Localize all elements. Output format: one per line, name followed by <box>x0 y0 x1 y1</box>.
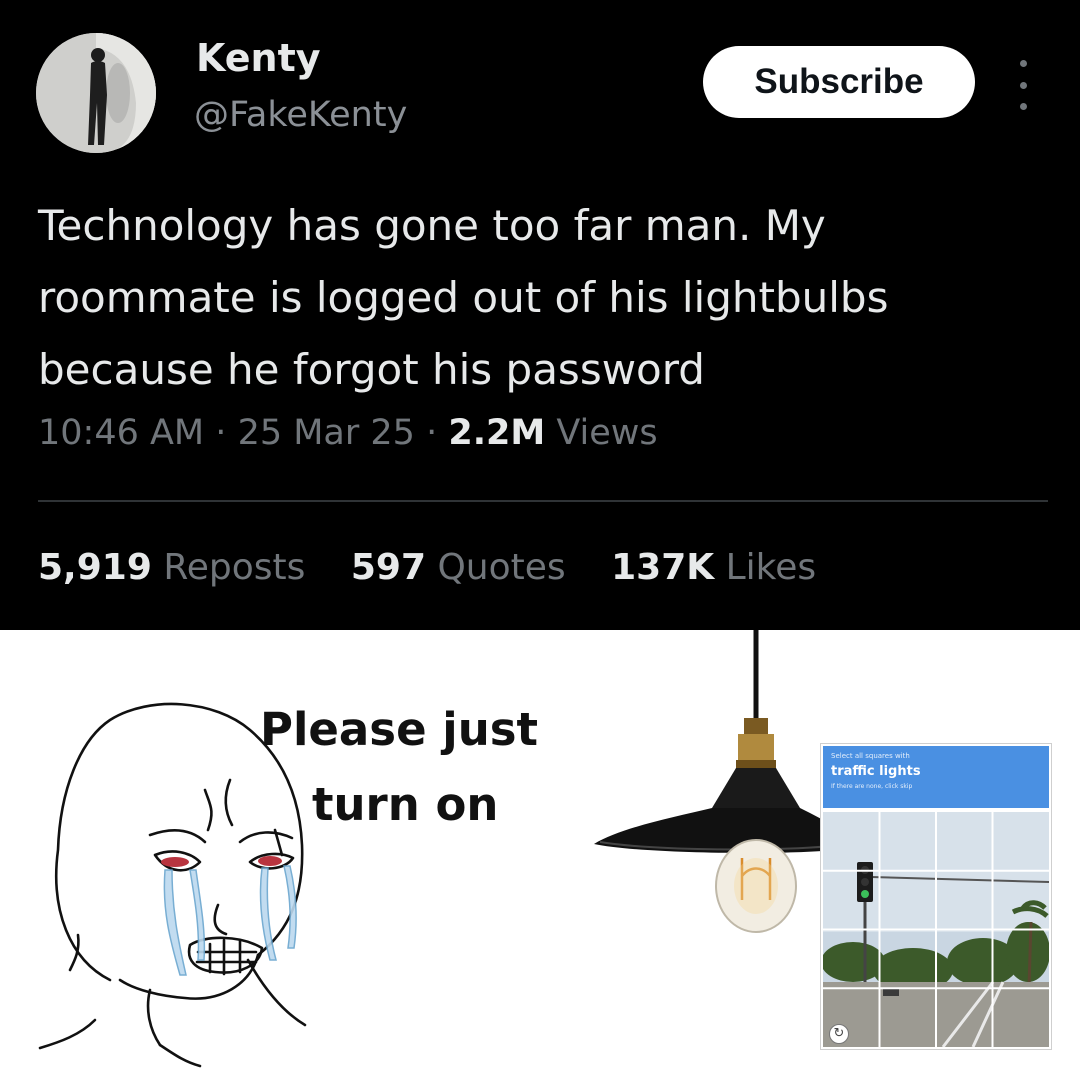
display-name[interactable]: Kenty <box>196 36 321 80</box>
avatar-image <box>36 33 156 153</box>
dot <box>1019 60 1027 67</box>
tweet-time[interactable]: 10:46 AM <box>38 413 204 453</box>
tweet-text-line: because he forgot his password <box>38 345 705 394</box>
views-label: Views <box>556 413 658 453</box>
captcha-instruction: Select all squares with <box>831 752 910 760</box>
captcha-image-grid <box>823 812 1049 1047</box>
quotes-count: 597 <box>350 547 426 588</box>
captcha-target: traffic lights <box>831 764 921 779</box>
tweet-text-line: Technology has gone too far man. My <box>38 201 826 250</box>
likes-count: 137K <box>611 547 715 588</box>
captcha-subtext: If there are none, click skip <box>831 783 913 790</box>
captcha-header: Select all squares with traffic lights I… <box>823 746 1049 808</box>
caption-line: Please just <box>260 703 539 756</box>
likes-label: Likes <box>725 547 817 588</box>
caption-line: turn on <box>312 778 499 831</box>
separator: · <box>215 413 227 453</box>
avatar[interactable] <box>36 33 156 153</box>
tweet-meta: 10:46 AM · 25 Mar 25 · 2.2M Views <box>38 413 658 453</box>
tweet-text: Technology has gone too far man. My room… <box>38 190 1068 406</box>
engagement-stats: 5,919 Reposts 597 Quotes 137K Likes <box>38 547 850 588</box>
quotes-stat[interactable]: 597 Quotes <box>351 547 566 588</box>
tweet-date[interactable]: 25 Mar 25 <box>238 413 415 453</box>
more-dots-icon[interactable] <box>1008 60 1038 110</box>
views-count: 2.2M <box>448 413 546 453</box>
pendant-lamp-illustration <box>594 630 840 933</box>
user-handle[interactable]: @FakeKenty <box>194 95 407 135</box>
meme-caption: Please just turn on <box>260 692 538 842</box>
divider <box>38 500 1048 502</box>
likes-stat[interactable]: 137K Likes <box>611 547 816 588</box>
reposts-label: Reposts <box>163 547 306 588</box>
reposts-count: 5,919 <box>38 547 152 588</box>
reload-icon[interactable]: ↻ <box>829 1024 849 1044</box>
tweet-text-line: roommate is logged out of his lightbulbs <box>38 273 889 322</box>
reposts-stat[interactable]: 5,919 Reposts <box>38 547 305 588</box>
tweet-card: Kenty @FakeKenty Subscribe Technology ha… <box>0 0 1080 630</box>
quotes-label: Quotes <box>437 547 566 588</box>
dot <box>1019 103 1027 110</box>
separator: · <box>426 413 438 453</box>
meme-image: Please just turn on Select all squares w… <box>0 630 1080 1069</box>
captcha-challenge: Select all squares with traffic lights I… <box>820 743 1052 1050</box>
dot <box>1019 81 1027 89</box>
subscribe-button[interactable]: Subscribe <box>703 46 975 118</box>
